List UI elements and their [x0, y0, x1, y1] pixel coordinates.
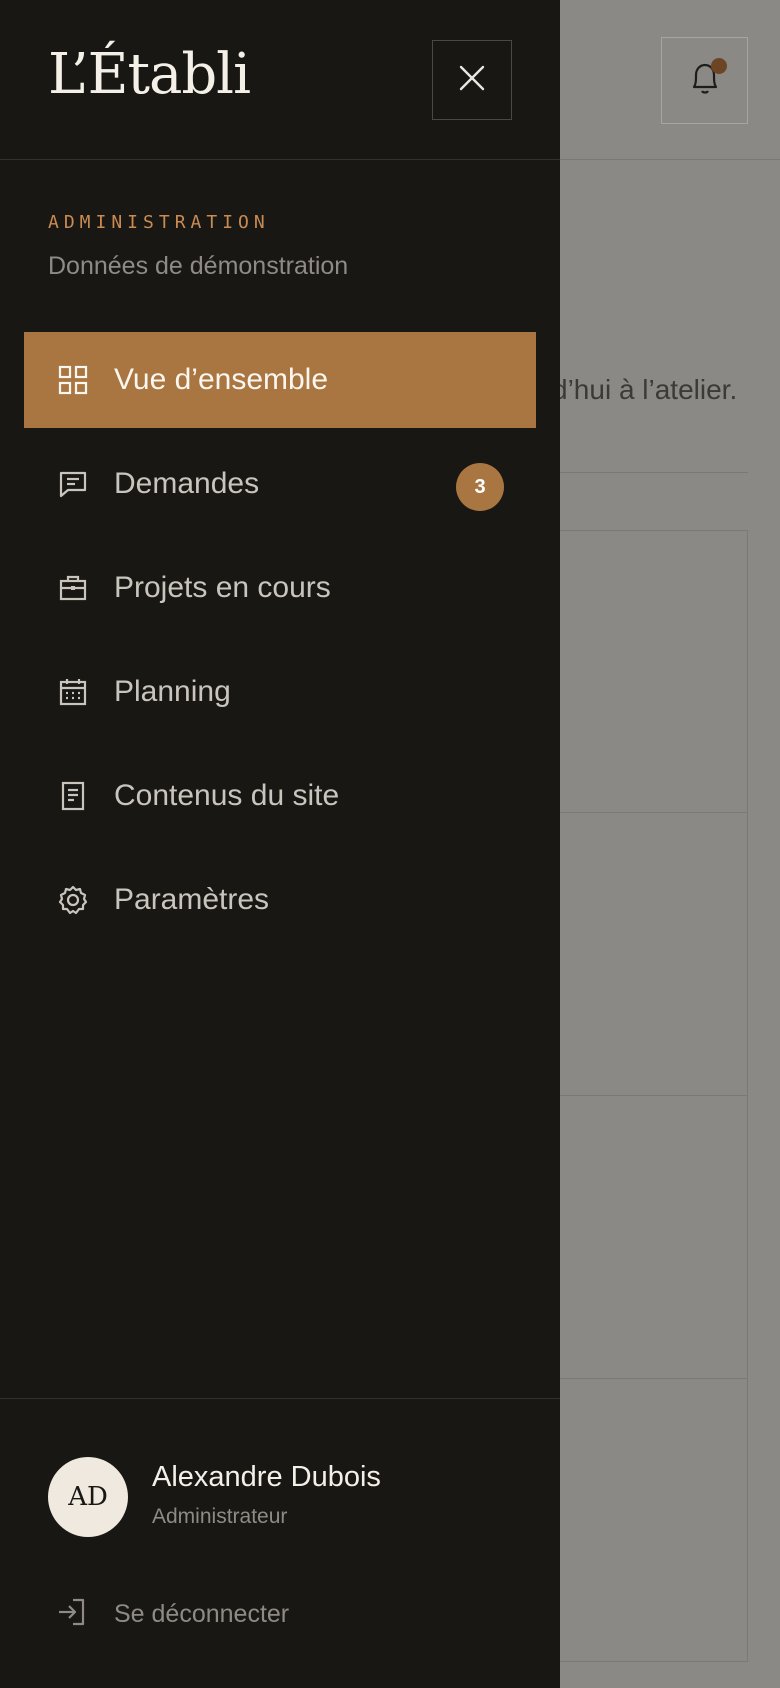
- logout-label: Se déconnecter: [114, 1600, 290, 1628]
- logout-button[interactable]: Se déconnecter: [56, 1597, 289, 1632]
- sidebar-item-label: Vue d’ensemble: [114, 363, 329, 396]
- close-drawer-button[interactable]: [432, 40, 512, 120]
- notification-dot: [711, 58, 727, 74]
- section-subtitle: Données de démonstration: [48, 252, 349, 280]
- sidebar-nav: Vue d’ensemble Demandes 3 Projets en cou…: [24, 332, 536, 956]
- notifications-button[interactable]: [661, 37, 748, 124]
- sidebar-item-label: Projets en cours: [114, 571, 331, 604]
- sidebar-item-label: Demandes: [114, 467, 260, 500]
- section-label: ADMINISTRATION: [48, 212, 270, 233]
- sidebar-item-projects[interactable]: Projets en cours: [24, 540, 536, 636]
- sidebar-item-label: Planning: [114, 675, 231, 708]
- user-name: Alexandre Dubois: [152, 1461, 381, 1493]
- close-icon: [458, 64, 486, 97]
- background-card: [540, 1096, 748, 1379]
- message-icon: [58, 469, 88, 499]
- background-divider: [560, 472, 748, 473]
- sidebar-item-label: Contenus du site: [114, 779, 340, 812]
- background-card: [540, 530, 748, 813]
- sidebar-item-settings[interactable]: Paramètres: [24, 852, 536, 948]
- sidebar-item-requests[interactable]: Demandes 3: [24, 436, 536, 532]
- app-logo: L’Établi: [48, 42, 251, 107]
- user-role: Administrateur: [152, 1505, 288, 1528]
- navigation-drawer: L’Établi ADMINISTRATION Données de démon…: [0, 0, 560, 1688]
- background-subtitle: d’hui à l’atelier.: [552, 374, 738, 405]
- sidebar-item-planning[interactable]: Planning: [24, 644, 536, 740]
- calendar-icon: [58, 677, 88, 707]
- background-card: [540, 813, 748, 1096]
- sidebar-item-label: Paramètres: [114, 883, 270, 916]
- logout-icon: [56, 1597, 86, 1632]
- grid-icon: [58, 365, 88, 395]
- sidebar-item-overview[interactable]: Vue d’ensemble: [24, 332, 536, 428]
- sidebar-item-site-content[interactable]: Contenus du site: [24, 748, 536, 844]
- user-panel: AD Alexandre Dubois Administrateur Se dé…: [0, 1398, 560, 1688]
- drawer-header: L’Établi: [0, 0, 560, 160]
- avatar: AD: [48, 1457, 128, 1537]
- briefcase-icon: [58, 573, 88, 603]
- background-card: [540, 1379, 748, 1662]
- gear-icon: [58, 885, 88, 915]
- requests-count-badge: 3: [456, 463, 504, 511]
- document-icon: [58, 781, 88, 811]
